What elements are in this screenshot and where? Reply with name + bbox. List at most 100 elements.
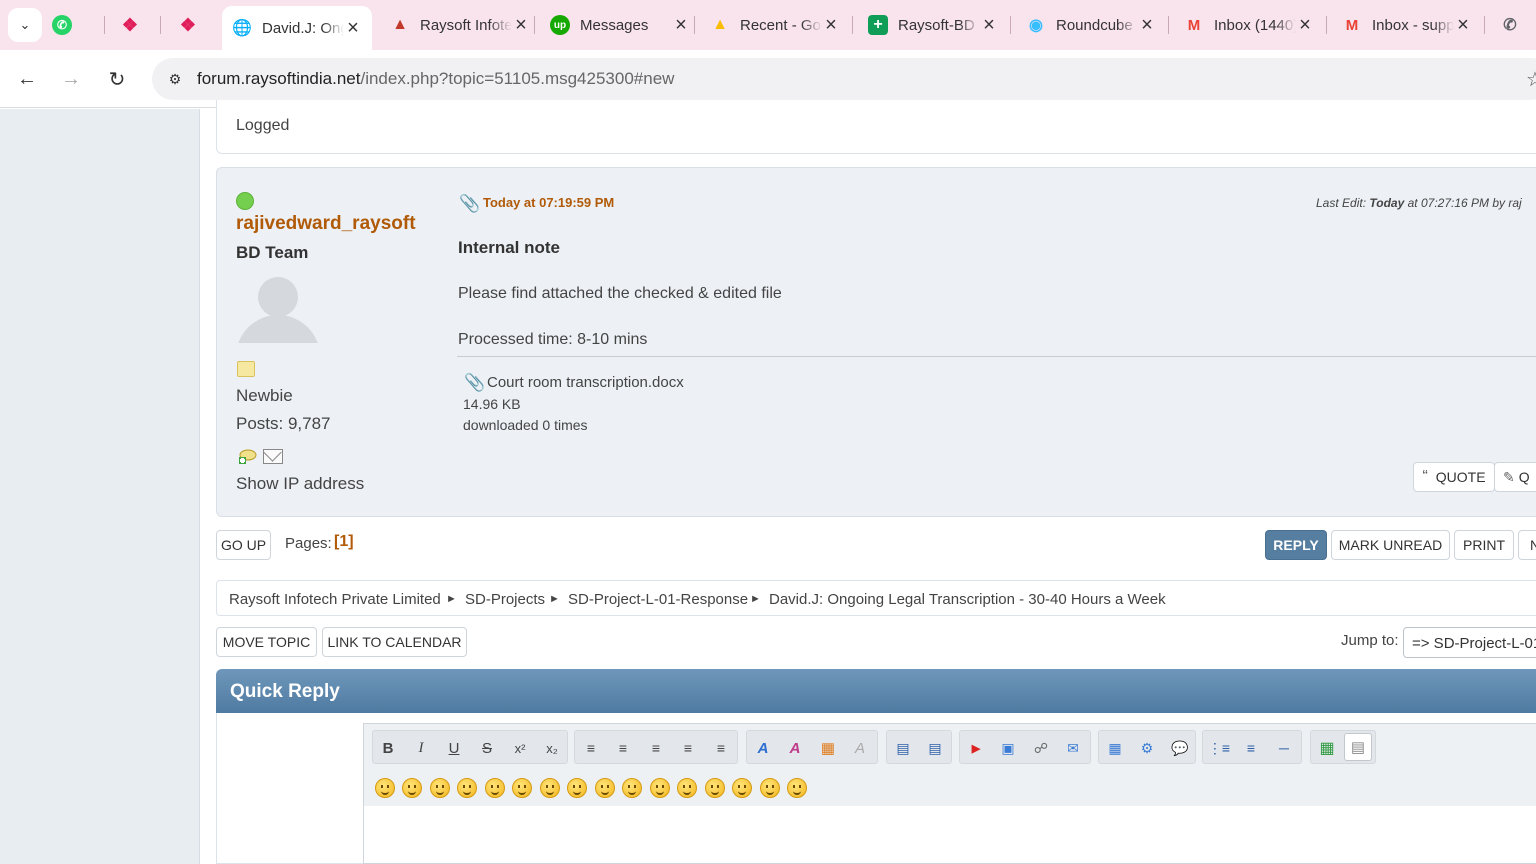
post-timestamp[interactable]: Today at 07:19:59 PM — [483, 195, 614, 210]
close-icon[interactable]: × — [512, 14, 530, 37]
pre-format-icon[interactable]: ≡ — [578, 737, 604, 759]
underline-icon[interactable]: U — [441, 737, 467, 759]
email-link-icon[interactable]: ✉ — [1060, 737, 1086, 759]
go-up-button[interactable]: GO UP — [216, 530, 271, 560]
float-left-icon[interactable]: ▤ — [890, 737, 916, 759]
table-icon[interactable]: ▦ — [1102, 737, 1128, 759]
message-textarea[interactable] — [363, 806, 1536, 864]
previous-post-footer: Logged — [216, 100, 1536, 154]
strikethrough-icon[interactable]: S — [474, 737, 500, 759]
angry-icon[interactable] — [485, 778, 505, 798]
close-icon[interactable]: × — [980, 14, 998, 37]
mark-unread-button[interactable]: MARK UNREAD — [1331, 530, 1450, 560]
float-right-icon[interactable]: ▤ — [922, 737, 948, 759]
italic-icon[interactable]: I — [408, 737, 434, 759]
kiss-icon[interactable] — [760, 778, 780, 798]
show-ip-link[interactable]: Show IP address — [236, 474, 364, 494]
link-icon[interactable]: ☍ — [1028, 737, 1054, 759]
smiley-icon[interactable] — [375, 778, 395, 798]
tab-sheets[interactable]: + Raysoft-BD × — [868, 8, 998, 42]
tab-slack-1[interactable]: ❖ — [120, 8, 160, 42]
tongue-icon[interactable] — [650, 778, 670, 798]
poster-group: BD Team — [236, 243, 309, 262]
reload-button[interactable]: ↻ — [102, 64, 132, 94]
tab-title: Inbox - support — [1372, 16, 1454, 34]
undecided-icon[interactable] — [732, 778, 752, 798]
roundcube-icon: ◉ — [1029, 17, 1043, 34]
font-color-icon[interactable]: ▦ — [815, 737, 841, 759]
toolbar-group-insert: ▦ ⚙ 💬 — [1098, 730, 1196, 764]
back-button[interactable]: ← — [12, 64, 42, 94]
quote-button[interactable]: “ QUOTE — [1413, 462, 1495, 492]
quick-reply-header[interactable]: Quick Reply — [216, 669, 1536, 713]
bookmark-star-icon[interactable]: ☆ — [1526, 67, 1536, 92]
numbered-list-icon[interactable]: ≡ — [1238, 737, 1264, 759]
forward-button[interactable]: → — [56, 64, 86, 94]
superscript-icon[interactable]: x² — [507, 737, 533, 759]
source-mode-icon[interactable]: ▤ — [1344, 733, 1372, 761]
attachment-link[interactable]: Court room transcription.docx — [487, 374, 684, 391]
align-center-icon[interactable]: ≡ — [643, 737, 669, 759]
close-icon[interactable]: × — [1296, 14, 1314, 37]
close-icon[interactable]: × — [344, 17, 362, 40]
url-field[interactable]: ⚙ forum.raysoftindia.net/index.php?topic… — [152, 58, 1536, 100]
jump-to-select[interactable]: => SD-Project-L-01-Response — [1403, 627, 1536, 658]
grin-icon[interactable] — [457, 778, 477, 798]
close-icon[interactable]: × — [1454, 14, 1472, 37]
maximize-icon[interactable]: ▦ — [1314, 737, 1340, 759]
tab-phone[interactable]: ✆ — [1500, 8, 1536, 42]
horizontal-rule-icon[interactable]: ─ — [1271, 737, 1297, 759]
embarrassed-icon[interactable] — [677, 778, 697, 798]
lipsrsealed-icon[interactable] — [705, 778, 725, 798]
site-settings-icon[interactable]: ⚙ — [164, 68, 186, 90]
tab-raysoft[interactable]: ▲ Raysoft Infotech × — [390, 8, 530, 42]
bold-icon[interactable]: B — [375, 737, 401, 759]
cheesy-icon[interactable] — [430, 778, 450, 798]
reply-button[interactable]: REPLY — [1265, 530, 1327, 560]
align-left-icon[interactable]: ≡ — [610, 737, 636, 759]
subscript-icon[interactable]: x₂ — [539, 737, 565, 759]
tab-gmail-1[interactable]: M Inbox (1440) × — [1184, 8, 1314, 42]
tab-whatsapp[interactable]: ✆ — [52, 8, 102, 42]
huh-icon[interactable] — [595, 778, 615, 798]
tab-slack-2[interactable]: ❖ — [178, 8, 218, 42]
poster-name[interactable]: rajivedward_raysoft — [236, 213, 416, 235]
link-to-calendar-button[interactable]: LINK TO CALENDAR — [322, 627, 467, 657]
sad-icon[interactable] — [512, 778, 532, 798]
tab-forum-active[interactable]: 🌐 David.J: Ongoing Legal Transcription × — [222, 6, 372, 50]
code-icon[interactable]: ⚙ — [1134, 737, 1160, 759]
tab-title: Messages — [580, 16, 649, 34]
close-icon[interactable]: × — [1138, 14, 1156, 37]
tab-gmail-2[interactable]: M Inbox - support × — [1342, 8, 1472, 42]
breadcrumb-item[interactable]: SD-Projects — [465, 591, 545, 608]
breadcrumb-item[interactable]: Raysoft Infotech Private Limited — [229, 591, 441, 608]
remove-format-icon[interactable]: A — [847, 737, 873, 759]
modify-button[interactable]: ✎ Q — [1494, 462, 1536, 492]
tab-messages[interactable]: up Messages × — [550, 8, 690, 42]
font-size-icon[interactable]: A — [782, 737, 808, 759]
bullet-list-icon[interactable]: ⋮≡ — [1206, 737, 1232, 759]
close-icon[interactable]: × — [822, 14, 840, 37]
wink-icon[interactable] — [402, 778, 422, 798]
justify-icon[interactable]: ≡ — [708, 737, 734, 759]
tab-roundcube[interactable]: ◉ Roundcube × — [1026, 8, 1156, 42]
close-icon[interactable]: × — [672, 14, 690, 37]
youtube-icon[interactable]: ▶ — [963, 737, 989, 759]
personal-message-icon[interactable] — [237, 449, 257, 465]
breadcrumb-item[interactable]: SD-Project-L-01-Response — [568, 591, 748, 608]
cry-icon[interactable] — [787, 778, 807, 798]
quote-bubble-icon[interactable]: 💬 — [1167, 737, 1193, 759]
print-button[interactable]: PRINT — [1454, 530, 1514, 560]
image-icon[interactable]: ▣ — [995, 737, 1021, 759]
tab-search-button[interactable]: ⌄ — [8, 8, 42, 42]
notify-button[interactable]: N — [1518, 530, 1536, 560]
breadcrumb-item[interactable]: David.J: Ongoing Legal Transcription - 3… — [769, 591, 1166, 608]
move-topic-button[interactable]: MOVE TOPIC — [216, 627, 317, 657]
align-right-icon[interactable]: ≡ — [675, 737, 701, 759]
font-face-icon[interactable]: A — [750, 737, 776, 759]
cool-icon[interactable] — [567, 778, 587, 798]
shocked-icon[interactable] — [540, 778, 560, 798]
tab-drive[interactable]: ▲ Recent - Google Drive × — [710, 8, 840, 42]
rolleyes-icon[interactable] — [622, 778, 642, 798]
email-icon[interactable] — [263, 449, 283, 464]
